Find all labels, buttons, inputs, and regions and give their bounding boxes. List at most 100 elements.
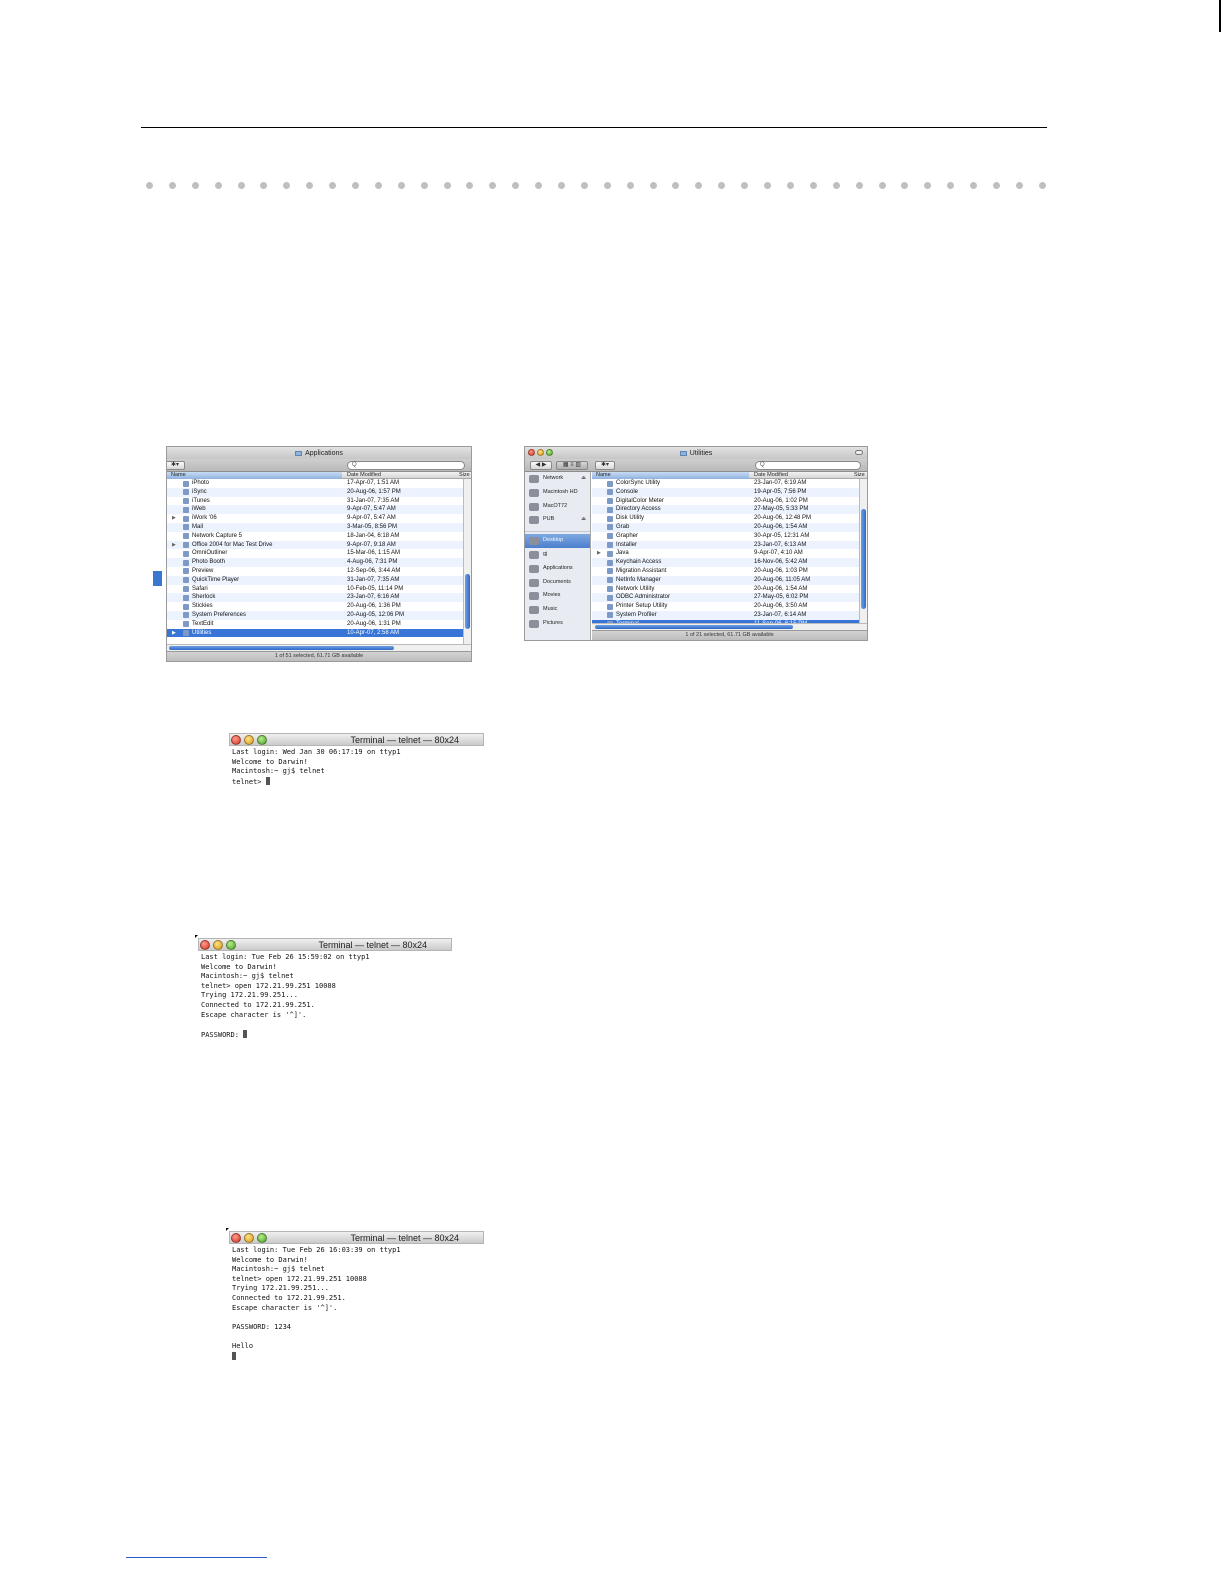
close-button[interactable]	[528, 449, 535, 456]
divider-dot	[924, 182, 932, 189]
file-row[interactable]: ▶ Java 9-Apr-07, 4:10 AM	[592, 549, 859, 558]
file-row[interactable]: Photo Booth 4-Aug-06, 7:31 PM	[167, 558, 463, 567]
view-mode-buttons[interactable]: ▦ ≡ ▥	[556, 461, 588, 470]
close-button[interactable]	[231, 1233, 241, 1243]
file-row[interactable]: Network Utility 20-Aug-06, 1:54 AM	[592, 585, 859, 594]
terminal-output[interactable]: Last login: Tue Feb 26 15:59:02 on ttyp1…	[198, 951, 452, 1039]
search-input[interactable]: Q	[755, 461, 861, 470]
file-row[interactable]: Sherlock 23-Jan-07, 6:16 AM	[167, 593, 463, 603]
terminal-window-1: Terminal — telnet — 80x24 Last login: We…	[229, 733, 484, 793]
file-name: TextEdit	[192, 620, 214, 627]
vertical-scrollbar[interactable]	[859, 479, 867, 623]
sidebar-item[interactable]: PUB ⏏	[525, 513, 590, 527]
name-column-header[interactable]: Name	[592, 472, 749, 479]
search-input[interactable]: Q	[347, 461, 465, 470]
disclosure-triangle-icon[interactable]: ▶	[172, 541, 176, 550]
terminal-line-text: PASSWORD: 1234	[232, 1322, 292, 1331]
terminal-line-text: Welcome to Darwin!	[232, 1255, 308, 1264]
file-row[interactable]: Console 19-Apr-05, 7:56 PM	[592, 487, 859, 497]
terminal-line-text: Hello	[232, 1341, 254, 1350]
file-row[interactable]: Keychain Access 16-Nov-06, 5:42 AM	[592, 558, 859, 567]
sidebar-item[interactable]: Applications	[525, 562, 590, 576]
vertical-scrollbar[interactable]	[463, 479, 471, 644]
file-date: 20-Aug-05, 12:06 PM	[347, 611, 405, 618]
zoom-button[interactable]	[257, 1233, 267, 1243]
sidebar-item[interactable]: Music	[525, 603, 590, 617]
disclosure-triangle-icon[interactable]: ▶	[172, 514, 176, 523]
file-row[interactable]: System Preferences 20-Aug-05, 12:06 PM	[167, 610, 463, 620]
file-row[interactable]: Stickies 20-Aug-06, 1:36 PM	[167, 602, 463, 611]
file-row[interactable]: iWeb 9-Apr-07, 5:47 AM	[167, 505, 463, 515]
action-menu-button[interactable]: ✱▾	[167, 461, 185, 470]
terminal-line: Escape character is '^]'.	[229, 1304, 484, 1314]
disclosure-triangle-icon[interactable]: ▶	[172, 629, 176, 638]
zoom-button[interactable]	[226, 940, 236, 950]
size-column-header[interactable]: Size	[459, 472, 470, 479]
file-date: 20-Aug-06, 11:05 AM	[754, 576, 811, 583]
file-row[interactable]: Installer 23-Jan-07, 6:13 AM	[592, 540, 859, 550]
zoom-button[interactable]	[546, 449, 553, 456]
file-row[interactable]: QuickTime Player 31-Jan-07, 7:35 AM	[167, 575, 463, 585]
text-cursor	[265, 776, 270, 785]
file-row[interactable]: DigitalColor Meter 20-Aug-06, 1:02 PM	[592, 497, 859, 506]
file-row[interactable]: ODBC Administrator 27-May-05, 6:02 PM	[592, 593, 859, 603]
file-row[interactable]: iTunes 31-Jan-07, 7:35 AM	[167, 497, 463, 506]
sidebar-item[interactable]: Movies	[525, 589, 590, 603]
sidebar-item[interactable]: Network ⏏	[525, 472, 590, 486]
date-column-header[interactable]: Date Modified	[754, 472, 788, 479]
file-row[interactable]: Preview 12-Sep-06, 3:44 AM	[167, 567, 463, 576]
file-row[interactable]: ColorSync Utility 23-Jan-07, 6:19 AM	[592, 479, 859, 488]
utilities-finder-window: Utilities ◀ ▶ ▦ ≡ ▥ ✱▾ Q Network ⏏ Macinto…	[524, 446, 868, 641]
file-row[interactable]: ▶ iWork '06 9-Apr-07, 5:47 AM	[167, 514, 463, 523]
file-row[interactable]: Grab 20-Aug-06, 1:54 AM	[592, 522, 859, 532]
file-row[interactable]: System Profiler 23-Jan-07, 6:14 AM	[592, 610, 859, 620]
terminal-line-text: Welcome to Darwin!	[201, 962, 277, 971]
zoom-button[interactable]	[257, 735, 267, 745]
sidebar-item[interactable]: Desktop	[525, 534, 590, 548]
disclosure-triangle-icon[interactable]: ▶	[597, 549, 601, 558]
sidebar-item[interactable]: Pictures	[525, 617, 590, 631]
sidebar-item-label: Movies	[543, 592, 561, 599]
sidebar-item[interactable]: Macintosh HD	[525, 486, 590, 500]
eject-icon[interactable]: ⏏	[581, 472, 586, 486]
toolbar-toggle-button[interactable]	[855, 450, 863, 455]
minimize-button[interactable]	[213, 940, 223, 950]
file-row[interactable]: ▶ Utilities 10-Apr-07, 2:58 AM	[167, 628, 463, 638]
text-cursor	[243, 1029, 248, 1038]
minimize-button[interactable]	[244, 1233, 254, 1243]
close-button[interactable]	[231, 735, 241, 745]
horizontal-scrollbar[interactable]	[592, 623, 867, 630]
file-row[interactable]: NetInfo Manager 20-Aug-06, 11:05 AM	[592, 575, 859, 585]
sidebar-item[interactable]: Documents	[525, 576, 590, 590]
back-forward-buttons[interactable]: ◀ ▶	[530, 461, 552, 470]
eject-icon[interactable]: ⏏	[581, 513, 586, 527]
file-row[interactable]: TextEdit 20-Aug-06, 1:31 PM	[167, 620, 463, 629]
file-row[interactable]: iPhoto 17-Apr-07, 1:51 AM	[167, 479, 463, 488]
file-row[interactable]: Directory Access 27-May-05, 5:33 PM	[592, 505, 859, 515]
close-button[interactable]	[200, 940, 210, 950]
terminal-output[interactable]: Last login: Tue Feb 26 16:03:39 on ttyp1…	[229, 1244, 484, 1361]
app-icon	[183, 524, 189, 531]
file-row[interactable]: Network Capture 5 18-Jan-04, 6:18 AM	[167, 532, 463, 541]
minimize-button[interactable]	[537, 449, 544, 456]
file-row[interactable]: Printer Setup Utility 20-Aug-06, 3:50 AM	[592, 602, 859, 611]
file-row[interactable]: Mail 3-Mar-05, 8:56 PM	[167, 522, 463, 532]
file-row[interactable]: Grapher 30-Apr-05, 12:31 AM	[592, 532, 859, 541]
action-menu-button[interactable]: ✱▾	[595, 461, 615, 470]
file-row[interactable]: Safari 10-Feb-05, 11:14 PM	[167, 585, 463, 594]
file-row[interactable]: ▶ Office 2004 for Mac Test Drive 9-Apr-07,…	[167, 540, 463, 550]
file-row[interactable]: Disk Utility 20-Aug-06, 12:48 PM	[592, 514, 859, 523]
minimize-button[interactable]	[244, 735, 254, 745]
app-icon	[183, 630, 189, 637]
file-row[interactable]: iSync 20-Aug-06, 1:57 PM	[167, 487, 463, 497]
app-icon	[183, 533, 189, 540]
sidebar-item[interactable]: gj	[525, 548, 590, 562]
sidebar-item[interactable]: MacOT72	[525, 500, 590, 514]
terminal-output[interactable]: Last login: Wed Jan 30 06:17:19 on ttyp1…	[229, 746, 484, 786]
file-row[interactable]: OmniOutliner 15-Mar-06, 1:15 AM	[167, 549, 463, 558]
size-column-header[interactable]: Size	[854, 472, 865, 479]
horizontal-scrollbar[interactable]	[167, 644, 471, 651]
name-column-header[interactable]: Name	[167, 472, 342, 479]
file-row[interactable]: Migration Assistant 20-Aug-06, 1:03 PM	[592, 567, 859, 576]
date-column-header[interactable]: Date Modified	[347, 472, 381, 479]
